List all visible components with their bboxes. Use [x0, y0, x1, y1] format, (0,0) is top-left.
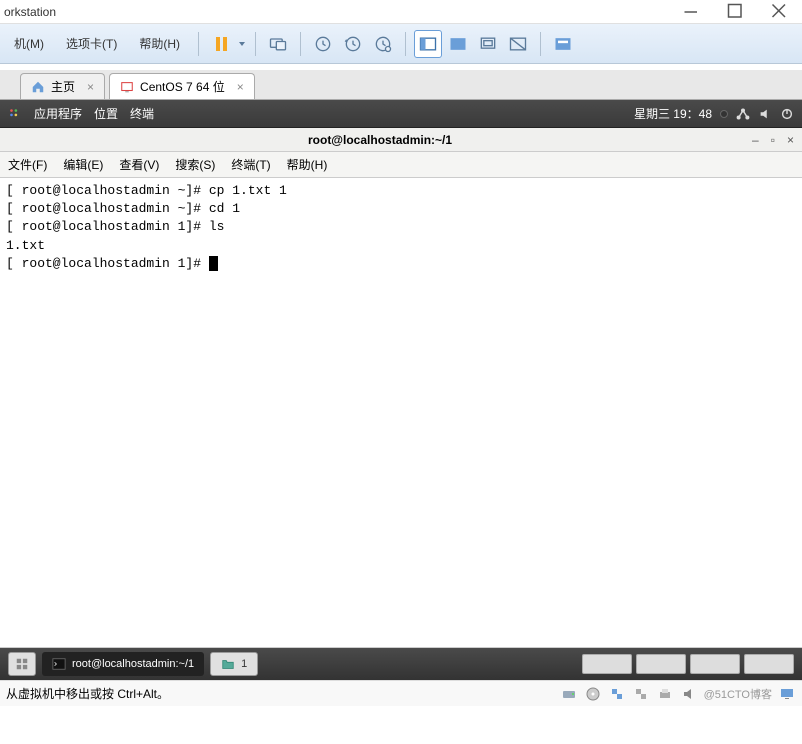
- guest-menu-places[interactable]: 位置: [94, 105, 118, 122]
- menu-tabs[interactable]: 选项卡(T): [56, 31, 127, 56]
- status-dot-icon: [720, 110, 728, 118]
- guest-tray: [582, 654, 794, 674]
- grid-icon: [15, 657, 29, 671]
- tab-home[interactable]: 主页 ×: [20, 73, 105, 99]
- terminal-titlebar: root@localhostadmin:~/1 – ▫ ×: [0, 128, 802, 152]
- single-view-icon: [418, 34, 438, 54]
- stat-net2-icon[interactable]: [632, 685, 650, 703]
- folder-icon: [221, 657, 235, 671]
- tray-item[interactable]: [744, 654, 794, 674]
- watermark-text: @51CTO博客: [704, 686, 772, 702]
- separator: [198, 32, 199, 56]
- unity-icon: [508, 34, 528, 54]
- guest-clock[interactable]: 星期三 19：48: [634, 105, 712, 122]
- library-button[interactable]: [549, 30, 577, 58]
- minimize-button[interactable]: [682, 2, 702, 22]
- terminal-minimize-button[interactable]: –: [752, 133, 759, 147]
- stat-disk-icon[interactable]: [560, 685, 578, 703]
- guest-menubar: 应用程序 位置 终端 星期三 19：48: [0, 100, 802, 128]
- clock-back-icon: [343, 34, 363, 54]
- host-toolbar: 机(M) 选项卡(T) 帮助(H): [0, 24, 802, 64]
- menu-vm[interactable]: 机(M): [4, 31, 54, 56]
- terminal-line: [ root@localhostadmin ~]# cd 1: [6, 200, 796, 218]
- separator: [540, 32, 541, 56]
- maximize-button[interactable]: [726, 2, 746, 22]
- host-statusbar: 从虚拟机中移出或按 Ctrl+Alt。 @51CTO博客: [0, 680, 802, 706]
- task-folder-label: 1: [241, 658, 247, 670]
- console-icon: [448, 34, 468, 54]
- menu-help[interactable]: 帮助(H): [129, 31, 190, 56]
- stat-cd-icon[interactable]: [584, 685, 602, 703]
- terminal-body[interactable]: [ root@localhostadmin ~]# cp 1.txt 1 [ r…: [0, 178, 802, 648]
- stat-sound-icon[interactable]: [680, 685, 698, 703]
- view-unity-button[interactable]: [504, 30, 532, 58]
- stat-network-icon[interactable]: [608, 685, 626, 703]
- library-icon: [553, 34, 573, 54]
- guest-menu-apps[interactable]: 应用程序: [34, 105, 82, 122]
- tray-item[interactable]: [582, 654, 632, 674]
- terminal-line: [ root@localhostadmin 1]#: [6, 255, 796, 273]
- terminal-icon: [52, 657, 66, 671]
- clock-manage-icon: [373, 34, 393, 54]
- terminal-maximize-button[interactable]: ▫: [771, 133, 775, 147]
- terminal-line: [ root@localhostadmin 1]# ls: [6, 218, 796, 236]
- terminal-menu-help[interactable]: 帮助(H): [287, 156, 328, 173]
- separator: [255, 32, 256, 56]
- tab-vm[interactable]: CentOS 7 64 位 ×: [109, 73, 255, 99]
- tray-item[interactable]: [690, 654, 740, 674]
- task-terminal-label: root@localhostadmin:~/1: [72, 658, 194, 670]
- stat-printer-icon[interactable]: [656, 685, 674, 703]
- terminal-menu-terminal[interactable]: 终端(T): [231, 156, 270, 173]
- apps-icon: [8, 107, 22, 121]
- tab-vm-label: CentOS 7 64 位: [140, 78, 225, 95]
- snapshot-revert-button[interactable]: [339, 30, 367, 58]
- fullscreen-icon: [478, 34, 498, 54]
- keyboard-icon: [268, 34, 288, 54]
- terminal-menubar: 文件(F) 编辑(E) 查看(V) 搜索(S) 终端(T) 帮助(H): [0, 152, 802, 178]
- view-single-button[interactable]: [414, 30, 442, 58]
- terminal-close-button[interactable]: ×: [787, 133, 794, 147]
- view-fullscreen-button[interactable]: [474, 30, 502, 58]
- separator: [405, 32, 406, 56]
- tab-home-close[interactable]: ×: [87, 80, 94, 94]
- task-show-desktop[interactable]: [8, 652, 36, 676]
- terminal-title: root@localhostadmin:~/1: [8, 133, 752, 147]
- pause-icon: [216, 37, 227, 51]
- tab-row: 主页 × CentOS 7 64 位 ×: [0, 70, 802, 100]
- terminal-line: [ root@localhostadmin ~]# cp 1.txt 1: [6, 182, 796, 200]
- stat-display-icon[interactable]: [778, 685, 796, 703]
- network-icon[interactable]: [736, 107, 750, 121]
- close-button[interactable]: [770, 2, 790, 22]
- status-hint: 从虚拟机中移出或按 Ctrl+Alt。: [6, 685, 169, 702]
- guest-taskbar: root@localhostadmin:~/1 1: [0, 648, 802, 680]
- tab-vm-close[interactable]: ×: [237, 80, 244, 94]
- pause-button[interactable]: [207, 30, 235, 58]
- power-icon[interactable]: [780, 107, 794, 121]
- monitor-icon: [120, 80, 134, 94]
- terminal-menu-view[interactable]: 查看(V): [119, 156, 159, 173]
- cursor-icon: [209, 256, 218, 271]
- pause-dropdown[interactable]: [237, 40, 247, 48]
- separator: [300, 32, 301, 56]
- terminal-menu-file[interactable]: 文件(F): [8, 156, 47, 173]
- snapshot-button[interactable]: [309, 30, 337, 58]
- view-console-button[interactable]: [444, 30, 472, 58]
- host-title: orkstation: [4, 5, 682, 19]
- send-ctrl-alt-del-button[interactable]: [264, 30, 292, 58]
- snapshot-manager-button[interactable]: [369, 30, 397, 58]
- terminal-line: 1.txt: [6, 237, 796, 255]
- terminal-menu-search[interactable]: 搜索(S): [175, 156, 215, 173]
- tray-item[interactable]: [636, 654, 686, 674]
- task-folder[interactable]: 1: [210, 652, 258, 676]
- host-titlebar: orkstation: [0, 0, 802, 24]
- window-controls: [682, 2, 790, 22]
- task-terminal[interactable]: root@localhostadmin:~/1: [42, 652, 204, 676]
- home-icon: [31, 80, 45, 94]
- terminal-menu-edit[interactable]: 编辑(E): [63, 156, 103, 173]
- tab-home-label: 主页: [51, 78, 75, 95]
- clock-icon: [313, 34, 333, 54]
- volume-icon[interactable]: [758, 107, 772, 121]
- guest-menu-terminal[interactable]: 终端: [130, 105, 154, 122]
